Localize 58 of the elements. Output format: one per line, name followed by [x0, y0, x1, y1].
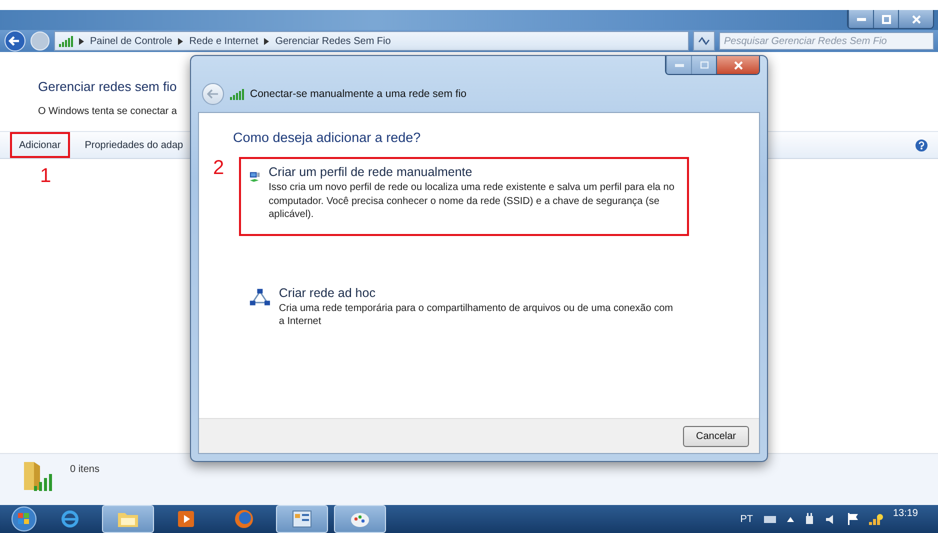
close-icon — [912, 14, 920, 24]
option-title: Criar rede ad hoc — [278, 286, 376, 300]
option-link[interactable] — [239, 157, 689, 236]
dialog-question: Como deseja adicionar a rede? — [233, 130, 421, 145]
minimize-button[interactable] — [848, 10, 873, 28]
play-icon[interactable] — [177, 510, 195, 528]
close-button[interactable] — [716, 56, 759, 74]
minimize-button[interactable] — [666, 56, 691, 74]
signal-bars-icon — [59, 35, 73, 47]
maximize-icon — [700, 61, 708, 69]
dialog-title: Conectar-se manualmente a uma rede sem fio — [250, 88, 467, 100]
toolbar-button[interactable]: Propriedades do adap — [76, 132, 192, 158]
option-description: Isso cria um novo perfil de rede ou localiza uma rede existente e salva um perfil para ela no computador. Você precisa conhecer o nome da rede (SSID) e a chave de segurança (se aplicável). — [268, 181, 676, 222]
caret-icon[interactable] — [786, 516, 794, 522]
address-bar[interactable]: Painel de Controle Rede e Internet Gerenciar Redes Sem Fio — [54, 31, 689, 51]
breadcrumb-item[interactable]: Painel de Controle — [90, 36, 172, 46]
back-arrow-icon — [207, 89, 219, 99]
power-plug-icon[interactable] — [804, 512, 815, 526]
language-indicator[interactable]: PT — [740, 514, 753, 524]
page-title: Gerenciar redes sem fio — [38, 79, 177, 94]
refresh-button[interactable] — [693, 31, 715, 51]
chevron-icon — [178, 38, 184, 44]
folder-icon[interactable] — [117, 510, 139, 528]
breadcrumb-item[interactable]: Rede e Internet — [189, 36, 258, 46]
close-icon — [734, 60, 742, 70]
back-icon[interactable] — [4, 30, 26, 52]
globe-icon[interactable] — [234, 509, 254, 529]
option-title: Criar um perfil de rede manualmente — [268, 165, 474, 179]
chevron-icon — [264, 38, 270, 44]
network-signal-icon[interactable] — [868, 513, 883, 525]
flag-icon[interactable] — [846, 513, 859, 525]
taskbar-button[interactable] — [276, 505, 328, 533]
restore-icon — [882, 14, 890, 24]
palette-icon[interactable] — [350, 510, 370, 528]
chevron-icon — [79, 38, 84, 44]
option-description: Cria uma rede temporária para o compartilhamento de arquivos ou de uma conexão com a Internet — [278, 302, 674, 328]
toolbar-button[interactable]: Adicionar — [10, 132, 70, 158]
control-panel-icon[interactable] — [292, 510, 312, 528]
page-description: O Windows tenta se conectar a — [38, 106, 177, 117]
close-button[interactable] — [898, 10, 933, 28]
item-count: 0 itens — [70, 464, 100, 475]
taskbar-button[interactable] — [102, 505, 154, 533]
minimize-icon — [674, 64, 684, 66]
minimize-icon — [856, 18, 866, 20]
start-button-icon[interactable] — [10, 506, 38, 532]
browser-icon[interactable] — [60, 509, 80, 529]
option-link[interactable]: Criar rede ad hoc Cria uma rede temporária para o compartilhamento de arquivos ou de uma conexão com a Internet — [239, 278, 689, 342]
breadcrumb-item[interactable]: Gerenciar Redes Sem Fio — [275, 36, 391, 46]
step-number: 1 — [40, 165, 52, 188]
step-number: 2 — [213, 157, 226, 180]
help-icon[interactable] — [915, 138, 928, 152]
taskbar-button[interactable] — [334, 505, 386, 533]
search-field[interactable]: Pesquisar Gerenciar Redes Sem Fio — [719, 32, 934, 50]
clock[interactable]: 13:19 — [892, 508, 918, 519]
forward-icon[interactable] — [30, 31, 50, 51]
cancel-button[interactable]: Cancelar — [682, 426, 749, 446]
maximize-button[interactable] — [873, 10, 898, 28]
signal-bars-icon — [230, 88, 244, 100]
